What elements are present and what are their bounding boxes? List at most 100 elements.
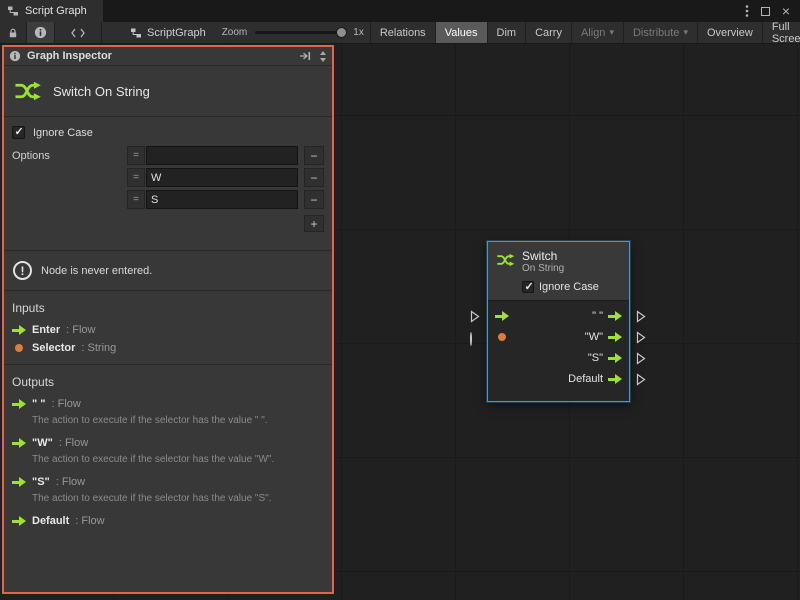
breadcrumb-label: ScriptGraph (147, 27, 206, 39)
port-name: " " (32, 398, 46, 410)
output-label: "W" (585, 331, 603, 343)
ignore-case-checkbox[interactable] (12, 126, 25, 139)
port-triangle-icon (636, 331, 646, 344)
reorder-handle-icon[interactable]: = (127, 190, 145, 209)
overview-label: Overview (707, 27, 753, 39)
port-type: : Flow (66, 324, 95, 336)
output-label: " " (592, 310, 603, 322)
graph-toolbar: ScriptGraph Zoom 1x Relations Values Dim… (0, 22, 800, 44)
option-field-2[interactable] (146, 190, 298, 209)
relations-label: Relations (380, 27, 426, 39)
option-row: = − (127, 168, 324, 187)
port-name: "S" (32, 476, 50, 488)
graph-breadcrumb-icon (130, 27, 142, 39)
maximize-icon[interactable] (761, 7, 770, 16)
flow-arrow-icon (12, 438, 26, 448)
string-dot-icon (15, 344, 23, 352)
output-label: Default (568, 373, 603, 385)
titlebar: Script Graph × (0, 0, 800, 22)
flow-arrow-icon (12, 399, 26, 409)
input-port-row: Selector : String (4, 339, 332, 357)
carry-label: Carry (535, 27, 562, 39)
switch-icon (495, 250, 515, 270)
output-label: "S" (588, 352, 603, 364)
unit-title: Switch On String (53, 84, 150, 99)
external-flow-connector[interactable] (636, 331, 646, 347)
overview-button[interactable]: Overview (697, 22, 762, 43)
node-row: "S" (488, 348, 629, 369)
dim-label: Dim (497, 27, 517, 39)
port-type: : Flow (52, 398, 81, 410)
info-icon (34, 26, 47, 39)
carry-button[interactable]: Carry (525, 22, 571, 43)
external-flow-connector[interactable] (636, 352, 646, 368)
inspector-header: Graph Inspector (4, 47, 332, 66)
chevron-down-icon: ▾ (609, 27, 614, 38)
port-description: The action to execute if the selector ha… (4, 491, 332, 512)
node-header[interactable]: Switch On String Ignore Case (488, 242, 629, 300)
switch-on-string-node[interactable]: Switch On String Ignore Case " " (487, 241, 630, 402)
reorder-handle-icon[interactable]: = (127, 146, 145, 165)
relations-button[interactable]: Relations (370, 22, 435, 43)
port-type: : String (81, 342, 116, 354)
output-port-row: Default : Flow (4, 512, 332, 530)
align-dropdown[interactable]: Align ▾ (571, 22, 623, 43)
graph-inspector-panel: Graph Inspector Switch On String Ignore … (2, 45, 334, 594)
zoom-slider-handle[interactable] (336, 27, 347, 38)
code-view-button[interactable] (55, 22, 102, 43)
spinner-icon[interactable] (319, 50, 327, 63)
kebab-menu-icon[interactable] (745, 4, 749, 18)
distribute-dropdown[interactable]: Distribute ▾ (623, 22, 697, 43)
lock-icon (7, 27, 19, 39)
output-port-default[interactable]: Default (568, 373, 622, 385)
inspector-title: Graph Inspector (27, 50, 112, 62)
lock-button[interactable] (0, 22, 27, 43)
node-subtitle: On String (522, 263, 564, 276)
option-field-0[interactable] (146, 146, 298, 165)
output-port-w[interactable]: "W" (585, 331, 622, 343)
output-port-space[interactable]: " " (592, 310, 622, 322)
flow-arrow-icon (608, 332, 622, 342)
external-flow-connector[interactable] (636, 373, 646, 389)
distribute-label: Distribute (633, 27, 679, 39)
dim-button[interactable]: Dim (487, 22, 526, 43)
full-screen-button[interactable]: Full Screen (762, 22, 800, 43)
node-ignore-case-checkbox[interactable] (522, 281, 534, 293)
output-port-row: "S" : Flow (4, 473, 332, 491)
flow-arrow-icon (12, 516, 26, 526)
external-flow-connector[interactable] (636, 310, 646, 326)
warning-icon: ! (13, 261, 32, 280)
inspector-toggle-button[interactable] (27, 22, 55, 43)
tab-script-graph[interactable]: Script Graph (0, 0, 103, 22)
values-label: Values (445, 27, 478, 39)
close-icon[interactable]: × (782, 4, 790, 18)
port-triangle-icon (636, 373, 646, 386)
breadcrumb[interactable]: ScriptGraph (120, 22, 216, 43)
option-row: = − (127, 190, 324, 209)
add-option-button[interactable]: + (304, 215, 324, 232)
remove-option-button[interactable]: − (304, 190, 324, 209)
zoom-slider[interactable] (255, 31, 345, 34)
reorder-handle-icon[interactable]: = (127, 168, 145, 187)
tab-title: Script Graph (25, 5, 87, 17)
input-port-row: Enter : Flow (4, 321, 332, 339)
port-triangle-icon (636, 310, 646, 323)
dock-icon[interactable] (299, 51, 312, 61)
external-value-connector[interactable] (470, 333, 472, 345)
output-port-s[interactable]: "S" (588, 352, 622, 364)
option-field-1[interactable] (146, 168, 298, 187)
flow-arrow-icon (495, 311, 509, 321)
port-name: "W" (32, 437, 53, 449)
outputs-section: Outputs " " : Flow The action to execute… (4, 364, 332, 530)
values-button[interactable]: Values (435, 22, 487, 43)
node-row: " " (488, 306, 629, 327)
enter-flow-port[interactable] (495, 311, 509, 321)
remove-option-button[interactable]: − (304, 146, 324, 165)
selector-string-port[interactable] (495, 333, 509, 341)
external-flow-connector[interactable] (470, 310, 480, 326)
warning-banner: ! Node is never entered. (4, 250, 332, 291)
remove-option-button[interactable]: − (304, 168, 324, 187)
full-screen-label: Full Screen (772, 21, 800, 45)
port-circle-icon (470, 332, 472, 346)
flow-arrow-icon (12, 325, 26, 335)
